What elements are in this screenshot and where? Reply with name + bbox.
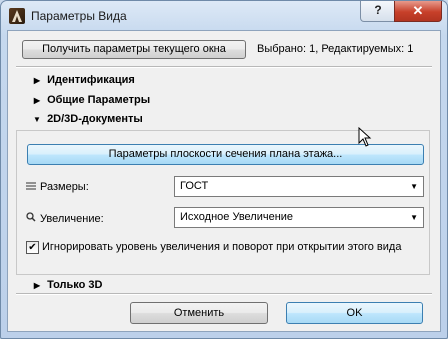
section-general[interactable]: ▶ Общие Параметры <box>16 92 430 109</box>
get-current-window-params-button[interactable]: Получить параметры текущего окна <box>22 40 246 59</box>
divider <box>16 293 432 295</box>
chevron-down-icon: ▼ <box>410 213 418 222</box>
close-button[interactable]: ✕ <box>394 1 442 22</box>
cancel-button[interactable]: Отменить <box>130 302 268 324</box>
section-label: Общие Параметры <box>47 94 151 106</box>
dimension-grid-icon <box>26 181 40 193</box>
section-2d3d-docs[interactable]: ▼ 2D/3D-документы <box>16 111 430 128</box>
help-button[interactable]: ? <box>360 1 396 22</box>
section-label: Только 3D <box>47 279 103 291</box>
ignore-zoom-label: Игнорировать уровень увеличения и поворо… <box>42 241 402 253</box>
section-label: Идентификация <box>47 74 135 86</box>
floor-plan-cut-plane-button[interactable]: Параметры плоскости сечения плана этажа.… <box>27 144 424 165</box>
title-bar[interactable]: Параметры Вида ? ✕ <box>1 1 447 31</box>
expand-arrow-icon: ▶ <box>33 281 41 290</box>
zoom-row: Увеличение: <box>26 212 104 225</box>
dialog-body: Получить параметры текущего окна Выбрано… <box>7 30 441 332</box>
expand-arrow-icon: ▶ <box>33 76 41 85</box>
section-only-3d[interactable]: ▶ Только 3D <box>16 277 430 294</box>
dimensions-label: Размеры: <box>40 181 89 193</box>
view-settings-dialog: Параметры Вида ? ✕ Получить параметры те… <box>0 0 448 339</box>
dimensions-value: ГОСТ <box>180 180 209 192</box>
magnifier-icon <box>26 212 40 225</box>
dimensions-select[interactable]: ГОСТ ▼ <box>174 176 424 197</box>
dimensions-row: Размеры: <box>26 181 89 193</box>
section-label: 2D/3D-документы <box>47 113 143 125</box>
zoom-value: Исходное Увеличение <box>180 211 294 223</box>
section-identification[interactable]: ▶ Идентификация <box>16 72 430 89</box>
chevron-down-icon: ▼ <box>410 182 418 191</box>
window-title: Параметры Вида <box>31 9 127 23</box>
ignore-zoom-checkbox[interactable]: ✔ <box>26 241 39 254</box>
ok-button[interactable]: OK <box>286 302 423 324</box>
zoom-label: Увеличение: <box>40 213 104 225</box>
mouse-pointer-icon <box>358 127 372 147</box>
selection-status: Выбрано: 1, Редактируемых: 1 <box>257 43 414 55</box>
zoom-select[interactable]: Исходное Увеличение ▼ <box>174 207 424 228</box>
collapse-arrow-icon: ▼ <box>33 115 41 124</box>
expand-arrow-icon: ▶ <box>33 96 41 105</box>
divider <box>16 66 432 68</box>
app-icon <box>9 8 25 24</box>
